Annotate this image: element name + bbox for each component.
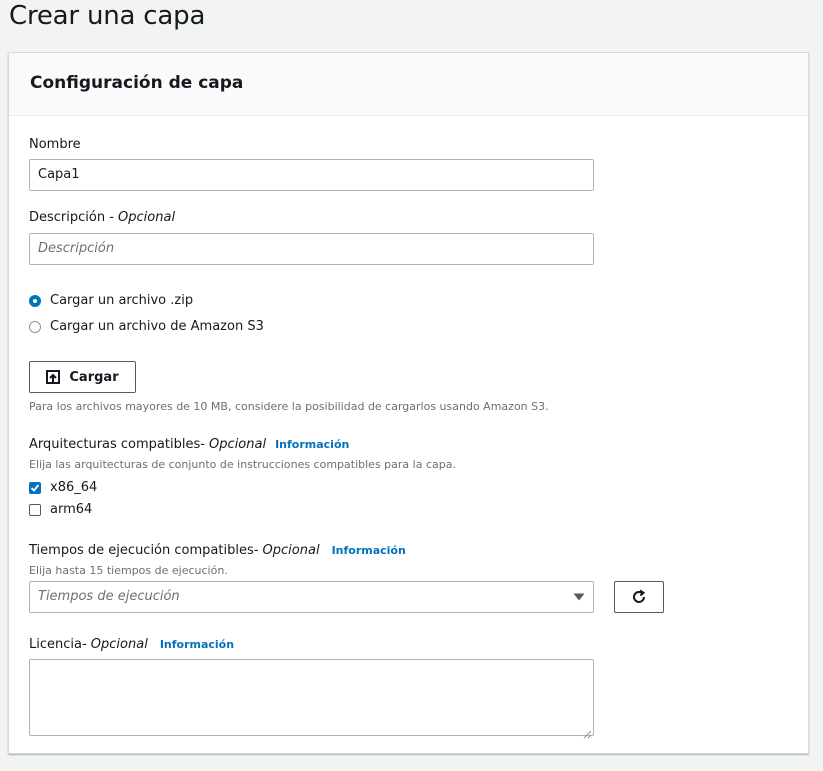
radio-zip-control[interactable] [29, 294, 41, 307]
description-input[interactable]: Descripción [29, 233, 594, 265]
runtimes-label: Tiempos de ejecución compatibles - Opcio… [29, 543, 406, 558]
upload-icon [46, 370, 61, 384]
description-label-text: Descripción [29, 210, 106, 225]
description-optional: - Opcional [105, 210, 176, 225]
resize-handle-icon[interactable] [583, 724, 592, 743]
panel-title: Configuración de capa [30, 73, 244, 93]
architectures-optional: - Opcional [200, 437, 267, 452]
license-optional: - Opcional [81, 637, 148, 652]
upload-hint: Para los archivos mayores de 10 MB, cons… [29, 400, 549, 413]
architectures-label-text: Arquitecturas compatibles [29, 437, 201, 452]
checkbox-x86-control[interactable] [29, 481, 41, 494]
page-title: Crear una capa [9, 1, 206, 31]
radio-upload-zip[interactable]: Cargar un archivo .zip [29, 293, 193, 308]
checkbox-arm64[interactable]: arm64 [29, 502, 92, 517]
architectures-info-link[interactable]: Información [275, 438, 349, 451]
license-label: Licencia - Opcional Información [29, 637, 234, 652]
license-info-link[interactable]: Información [160, 638, 234, 651]
runtimes-optional: - Opcional [253, 543, 320, 558]
radio-s3-label: Cargar un archivo de Amazon S3 [50, 319, 264, 334]
panel-header: Configuración de capa [9, 53, 808, 116]
checkbox-arm64-label: arm64 [50, 502, 93, 517]
description-label: Descripción - Opcional [29, 210, 175, 225]
checkbox-arm64-control[interactable] [29, 503, 41, 516]
runtimes-select[interactable]: Tiempos de ejecución [29, 581, 594, 613]
refresh-runtimes-button[interactable] [614, 581, 664, 613]
checkbox-x86[interactable]: x86_64 [29, 480, 97, 495]
architectures-hint: Elija las arquitecturas de conjunto de i… [29, 458, 456, 471]
caret-down-icon [573, 593, 585, 601]
name-input[interactable]: Capa1 [29, 159, 594, 191]
radio-upload-s3[interactable]: Cargar un archivo de Amazon S3 [29, 319, 264, 334]
radio-s3-control[interactable] [29, 320, 41, 333]
radio-zip-label: Cargar un archivo .zip [50, 293, 194, 308]
layer-config-panel: Configuración de capa Nombre Capa1 Descr… [8, 52, 809, 754]
runtimes-hint: Elija hasta 15 tiempos de ejecución. [29, 564, 228, 577]
upload-button[interactable]: Cargar [29, 361, 136, 393]
name-label: Nombre [29, 137, 81, 152]
runtimes-placeholder: Tiempos de ejecución [38, 589, 180, 604]
architectures-label: Arquitecturas compatibles - Opcional Inf… [29, 437, 349, 452]
runtimes-label-text: Tiempos de ejecución compatibles [29, 543, 254, 558]
license-label-text: Licencia [29, 637, 82, 652]
check-icon [30, 483, 40, 492]
checkbox-x86-label: x86_64 [50, 480, 98, 495]
refresh-icon [631, 589, 647, 605]
runtimes-info-link[interactable]: Información [332, 544, 406, 557]
license-textarea[interactable] [29, 659, 594, 736]
upload-button-label: Cargar [69, 369, 119, 385]
